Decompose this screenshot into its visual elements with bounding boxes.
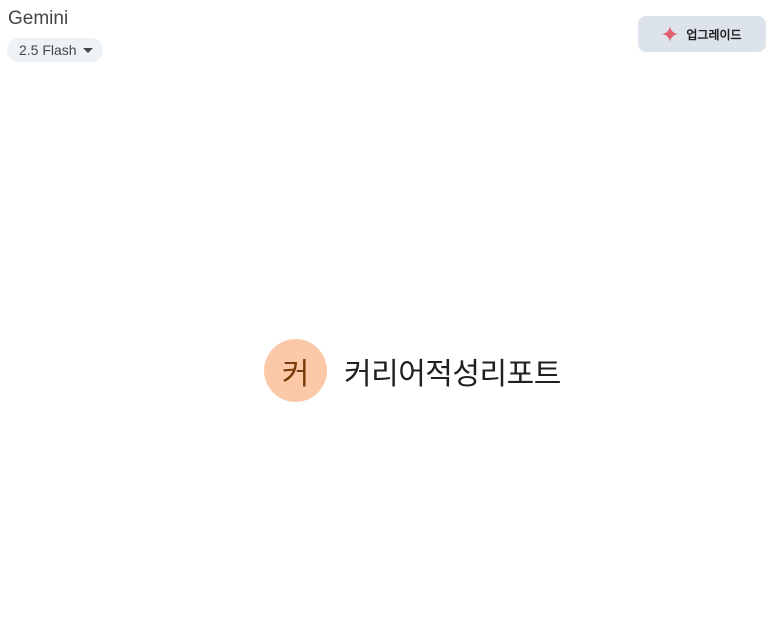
app-title: Gemini xyxy=(8,8,69,29)
gem-avatar: 커 xyxy=(264,339,327,402)
model-selector[interactable]: 2.5 Flash xyxy=(7,38,103,62)
sparkle-icon xyxy=(662,26,679,42)
gem-header: 커 커리어적성리포트 xyxy=(264,339,561,402)
upgrade-button-label: 업그레이드 xyxy=(686,27,742,42)
upgrade-button[interactable]: 업그레이드 xyxy=(638,16,766,52)
gem-name: 커리어적성리포트 xyxy=(344,356,561,392)
gemini-app: Gemini 2.5 Flash 업그레이드 커 커리어적성리포트 xyxy=(0,0,770,638)
model-selector-label: 2.5 Flash xyxy=(19,42,77,58)
chevron-down-icon xyxy=(82,48,93,53)
